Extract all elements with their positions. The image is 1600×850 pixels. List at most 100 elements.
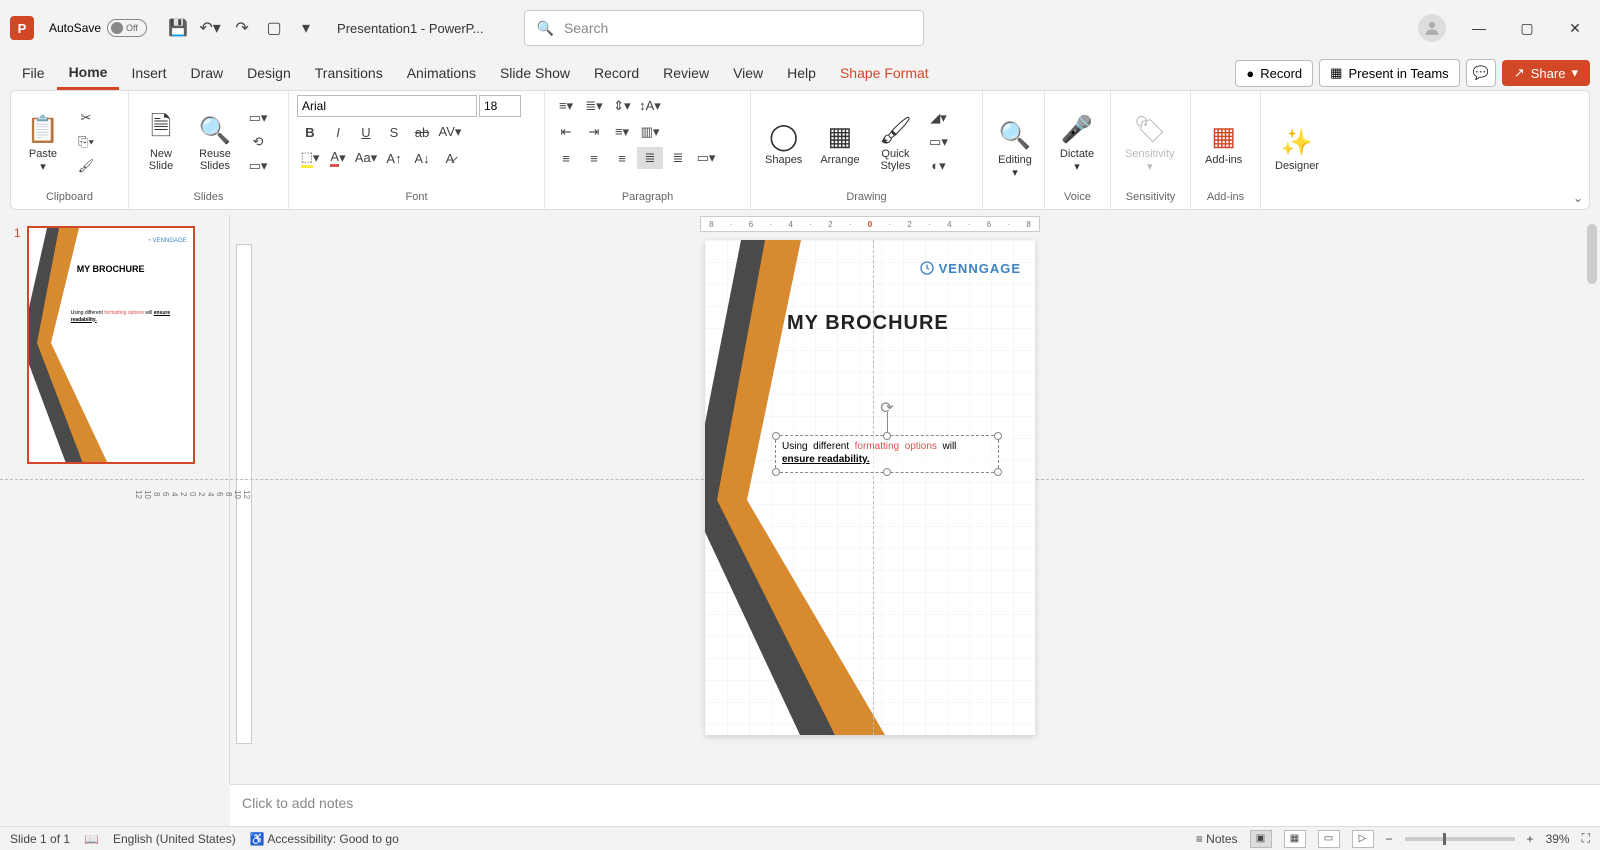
tab-file[interactable]: File xyxy=(10,56,57,90)
slideshow-view-button[interactable]: ▷ xyxy=(1352,830,1374,848)
reuse-slides-button[interactable]: 🔍Reuse Slides xyxy=(191,108,239,176)
shadow-button[interactable]: S xyxy=(381,121,407,143)
redo-icon[interactable]: ↷ xyxy=(228,14,256,42)
clear-formatting-button[interactable]: A̷ xyxy=(437,147,463,169)
tab-view[interactable]: View xyxy=(721,56,775,90)
layout-button[interactable]: ▭▾ xyxy=(245,107,271,129)
shapes-button[interactable]: ◯Shapes xyxy=(759,114,808,170)
tab-animations[interactable]: Animations xyxy=(395,56,488,90)
tab-insert[interactable]: Insert xyxy=(119,56,178,90)
accessibility-status[interactable]: ♿ Accessibility: Good to go xyxy=(250,832,399,846)
tab-help[interactable]: Help xyxy=(775,56,828,90)
format-painter-button[interactable]: 🖌 xyxy=(73,155,99,177)
comments-button[interactable]: 💬 xyxy=(1466,59,1496,87)
section-button[interactable]: ▭▾ xyxy=(245,155,271,177)
slide-canvas[interactable]: VENNGAGE MY BROCHURE ⟳ Using different f… xyxy=(705,240,1035,735)
resize-handle-ne[interactable] xyxy=(994,432,1002,440)
designer-button[interactable]: ✨Designer xyxy=(1269,120,1325,176)
arrange-button[interactable]: ▦Arrange xyxy=(814,114,865,170)
record-button[interactable]: ●Record xyxy=(1235,60,1313,87)
search-input[interactable]: 🔍 Search xyxy=(524,10,924,46)
distribute-button[interactable]: ≣ xyxy=(665,147,691,169)
tab-record[interactable]: Record xyxy=(582,56,651,90)
zoom-slider[interactable] xyxy=(1405,837,1515,841)
shape-outline-button[interactable]: ▭▾ xyxy=(925,131,951,153)
slide-sorter-view-button[interactable]: ▦ xyxy=(1284,830,1306,848)
qat-more-icon[interactable]: ▾ xyxy=(292,14,320,42)
slide-thumbnail-1[interactable]: ◔ VENNGAGE MY BROCHURE Using different f… xyxy=(27,226,195,464)
fit-to-window-button[interactable]: ⛶ xyxy=(1582,831,1590,846)
italic-button[interactable]: I xyxy=(325,121,351,143)
text-box-content[interactable]: Using different formatting options wille… xyxy=(776,436,998,470)
shape-fill-button[interactable]: ◢▾ xyxy=(925,107,951,129)
spellcheck-icon[interactable]: 📖 xyxy=(84,832,99,846)
zoom-in-button[interactable]: + xyxy=(1527,832,1534,846)
tab-slideshow[interactable]: Slide Show xyxy=(488,56,582,90)
addins-button[interactable]: ▦Add-ins xyxy=(1199,114,1248,170)
maximize-button[interactable]: ▢ xyxy=(1512,20,1542,37)
zoom-level[interactable]: 39% xyxy=(1546,832,1570,846)
align-left-button[interactable]: ≡ xyxy=(553,147,579,169)
quick-styles-button[interactable]: 🖌Quick Styles xyxy=(871,108,919,176)
tab-shape-format[interactable]: Shape Format xyxy=(828,56,941,90)
slide-counter[interactable]: Slide 1 of 1 xyxy=(10,832,70,846)
present-in-teams-button[interactable]: ▦Present in Teams xyxy=(1319,59,1460,87)
columns-button[interactable]: ▥▾ xyxy=(637,121,663,143)
undo-icon[interactable]: ↶▾ xyxy=(196,14,224,42)
bold-button[interactable]: B xyxy=(297,121,323,143)
reset-button[interactable]: ⟲ xyxy=(245,131,271,153)
normal-view-button[interactable]: ▣ xyxy=(1250,830,1272,848)
autosave-toggle[interactable]: AutoSave Off xyxy=(49,19,147,37)
cut-button[interactable]: ✂ xyxy=(73,107,99,129)
user-avatar[interactable] xyxy=(1418,14,1446,42)
tab-transitions[interactable]: Transitions xyxy=(303,56,395,90)
vertical-ruler[interactable]: 12108642024681012 xyxy=(236,244,252,744)
notes-toggle[interactable]: ≡ Notes xyxy=(1196,832,1238,846)
copy-button[interactable]: ⎘▾ xyxy=(73,131,99,153)
from-beginning-icon[interactable]: ▢ xyxy=(260,14,288,42)
align-center-button[interactable]: ≡ xyxy=(581,147,607,169)
reading-view-button[interactable]: ▭ xyxy=(1318,830,1340,848)
resize-handle-n[interactable] xyxy=(883,432,891,440)
share-button[interactable]: ↗Share▾ xyxy=(1502,60,1590,86)
tab-home[interactable]: Home xyxy=(57,56,120,90)
editing-button[interactable]: 🔍Editing▾ xyxy=(991,114,1039,183)
resize-handle-sw[interactable] xyxy=(772,468,780,476)
character-spacing-button[interactable]: AV▾ xyxy=(437,121,463,143)
justify-button[interactable]: ≣ xyxy=(637,147,663,169)
horizontal-ruler[interactable]: 8· 6· 4· 2· 0· 2· 4· 6· 8 xyxy=(700,216,1040,232)
increase-font-button[interactable]: A↑ xyxy=(381,147,407,169)
text-direction-button[interactable]: ↕A▾ xyxy=(637,95,663,117)
minimize-button[interactable]: — xyxy=(1464,20,1494,36)
highlight-button[interactable]: ⬚▾ xyxy=(297,147,323,169)
bullets-button[interactable]: ≡▾ xyxy=(553,95,579,117)
decrease-indent-button[interactable]: ⇤ xyxy=(553,121,579,143)
font-size-input[interactable] xyxy=(479,95,521,117)
line-spacing-button[interactable]: ⇕▾ xyxy=(609,95,635,117)
language-status[interactable]: English (United States) xyxy=(113,832,236,846)
zoom-out-button[interactable]: − xyxy=(1386,832,1393,846)
font-name-input[interactable] xyxy=(297,95,477,117)
resize-handle-se[interactable] xyxy=(994,468,1002,476)
selected-text-box[interactable]: ⟳ Using different formatting options wil… xyxy=(775,435,999,473)
tab-draw[interactable]: Draw xyxy=(178,56,235,90)
tab-design[interactable]: Design xyxy=(235,56,303,90)
numbering-button[interactable]: ≣▾ xyxy=(581,95,607,117)
change-case-button[interactable]: Aa▾ xyxy=(353,147,379,169)
underline-button[interactable]: U xyxy=(353,121,379,143)
resize-handle-s[interactable] xyxy=(883,468,891,476)
font-color-button[interactable]: A▾ xyxy=(325,147,351,169)
slide-title-text[interactable]: MY BROCHURE xyxy=(787,312,949,335)
strikethrough-button[interactable]: ab xyxy=(409,121,435,143)
align-right-button[interactable]: ≡ xyxy=(609,147,635,169)
paste-button[interactable]: 📋 Paste▾ xyxy=(19,108,67,177)
scrollbar-thumb[interactable] xyxy=(1587,224,1597,284)
dictate-button[interactable]: 🎤Dictate▾ xyxy=(1053,108,1101,177)
notes-pane[interactable]: Click to add notes xyxy=(230,784,1600,826)
tab-review[interactable]: Review xyxy=(651,56,721,90)
shape-effects-button[interactable]: ◐▾ xyxy=(925,155,951,177)
close-button[interactable]: ✕ xyxy=(1560,20,1590,37)
align-vertical-button[interactable]: ≡▾ xyxy=(609,121,635,143)
autosave-switch[interactable]: Off xyxy=(107,19,147,37)
smartart-button[interactable]: ▭▾ xyxy=(693,147,719,169)
